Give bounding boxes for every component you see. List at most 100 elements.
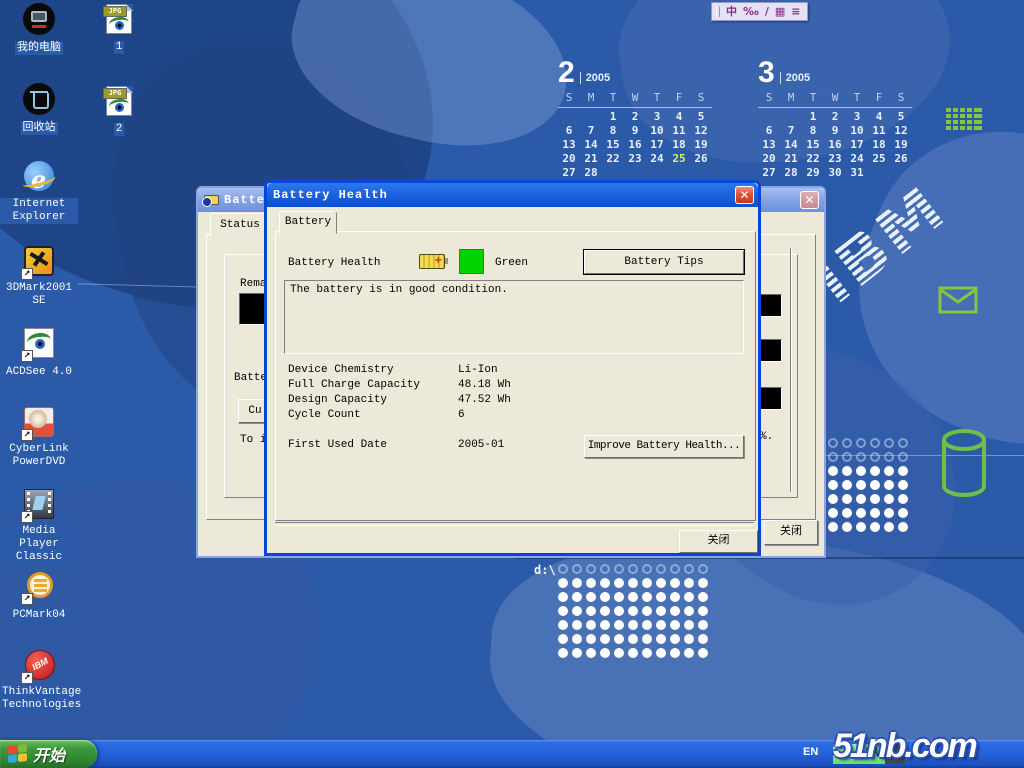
calendar-day: 13 (558, 138, 580, 152)
wallpaper-dot (856, 438, 866, 448)
wallpaper-dot (856, 480, 866, 490)
desktop-icon-thinkvantage[interactable]: IBM ↗ ThinkVantage Technologies (0, 649, 78, 712)
wallpaper-dot (558, 578, 568, 588)
wallpaper-dot (572, 592, 582, 602)
desktop-icon-powerdvd[interactable]: ↗ CyberLink PowerDVD (0, 406, 78, 469)
ime-mode-icon[interactable]: 中 (726, 4, 737, 19)
drag-handle-icon[interactable] (716, 6, 720, 17)
wallpaper-dot (670, 620, 680, 630)
wallpaper-dot (600, 620, 610, 630)
language-indicator[interactable]: EN (803, 746, 818, 758)
tab-status[interactable]: Status (210, 213, 270, 237)
wallpaper-dot (656, 606, 666, 616)
calendar-day: 21 (580, 152, 602, 166)
improve-battery-health-button[interactable]: Improve Battery Health... (584, 435, 744, 458)
calendar-day: 27 (758, 166, 780, 180)
wallpaper-dot (586, 578, 596, 588)
calendar-weekday: M (780, 91, 802, 105)
calendar-weekday: S (558, 91, 580, 105)
desktop-icon-internet-explorer[interactable]: e Internet Explorer (0, 161, 78, 224)
ime-language-bar[interactable]: 中 ‰ / ▦ ≡ (711, 2, 808, 21)
calendar-day: 27 (558, 166, 580, 180)
calendar-day: 2 (824, 110, 846, 124)
calendar-weekday: T (602, 91, 624, 105)
ime-fullwidth-icon[interactable]: ‰ (743, 4, 759, 19)
wallpaper-dot (628, 648, 638, 658)
close-button[interactable]: 关闭 (679, 530, 758, 553)
wallpaper-dot (670, 648, 680, 658)
wallpaper-dot (828, 466, 838, 476)
desktop-icon-3dmark2001[interactable]: ↗ 3DMark2001 SE (0, 245, 78, 308)
start-button[interactable]: 开始 (0, 740, 97, 768)
desktop-icon-media-player-classic[interactable]: ↗ Media Player Classic (0, 488, 78, 564)
wallpaper-dot (842, 480, 852, 490)
battery-tab-panel (275, 231, 756, 521)
my-computer-icon (22, 3, 56, 37)
ime-punctuation-icon[interactable]: / (765, 4, 769, 19)
icon-label: 3DMark2001 SE (0, 282, 78, 308)
3dmark-icon: ↗ (22, 245, 56, 279)
desktop-icon-recycle-bin[interactable]: 回收站 (0, 83, 78, 135)
desktop-icon-jpg-2[interactable]: JPG 2 (80, 84, 158, 136)
desktop-icon-acdsee[interactable]: ↗ ACDSee 4.0 (0, 327, 78, 379)
wallpaper-dot (898, 522, 908, 532)
calendar-day: 16 (624, 138, 646, 152)
battery-health-titlebar[interactable]: Battery Health (267, 183, 758, 207)
wallpaper-dot (898, 452, 908, 462)
field-label: Cycle Count (288, 409, 361, 421)
calendar-day: 17 (646, 138, 668, 152)
calendar-day: 11 (868, 124, 890, 138)
wallpaper-dot (628, 592, 638, 602)
calendar-day: 30 (824, 166, 846, 180)
calendar-days: 1234567891011121314151617181920212223242… (558, 110, 712, 180)
wallpaper-dot (898, 438, 908, 448)
battery-tips-button[interactable]: Battery Tips (584, 250, 744, 274)
wallpaper-dot (600, 648, 610, 658)
shortcut-arrow-icon: ↗ (21, 511, 33, 523)
wallpaper-dot (642, 592, 652, 602)
calendar-month: 2 (558, 60, 575, 86)
desktop-icon-my-computer[interactable]: 我的电脑 (0, 3, 78, 55)
wallpaper-dot (884, 480, 894, 490)
desktop-icon-pcmark04[interactable]: ↗ PCMark04 (0, 570, 78, 622)
wallpaper-dot (572, 620, 582, 630)
calendar-day: 18 (668, 138, 690, 152)
calendar-weekday: S (890, 91, 912, 105)
wallpaper-dot (572, 648, 582, 658)
wallpaper-dot (614, 648, 624, 658)
calendar-weekday: W (824, 91, 846, 105)
close-button[interactable]: 关闭 (764, 520, 818, 545)
calendar-weekday: S (690, 91, 712, 105)
health-status: Green (495, 257, 528, 269)
wallpaper-dot (870, 480, 880, 490)
calendar-day: 9 (824, 124, 846, 138)
calendar-day: 8 (602, 124, 624, 138)
calendar-day: 14 (580, 138, 602, 152)
wallpaper-dot (628, 578, 638, 588)
calendar-day: 19 (890, 138, 912, 152)
wallpaper-dot (614, 592, 624, 602)
watermark: 51nb.com (833, 727, 976, 766)
wallpaper-dot (614, 634, 624, 644)
calendar-day: 24 (646, 152, 668, 166)
close-icon[interactable]: ✕ (800, 191, 819, 209)
ime-softkeyboard-icon[interactable]: ▦ (775, 4, 785, 19)
wallpaper-dot (684, 620, 694, 630)
close-icon[interactable]: ✕ (735, 186, 754, 204)
desktop-icon-jpg-1[interactable]: JPG 1 (80, 2, 158, 54)
ime-menu-icon[interactable]: ≡ (791, 4, 800, 19)
tab-battery[interactable]: Battery (279, 211, 337, 234)
wallpaper-dot (670, 606, 680, 616)
wallpaper-dot (572, 564, 582, 574)
wallpaper-dot (884, 466, 894, 476)
calendar-day: 23 (624, 152, 646, 166)
wallpaper-dot (684, 648, 694, 658)
window-title: Batte (224, 193, 265, 207)
calendar-day: 26 (690, 152, 712, 166)
wallpaper-dot (684, 578, 694, 588)
first-used-value: 2005-01 (458, 439, 504, 451)
wallpaper-dot (572, 578, 582, 588)
wallpaper-dot (828, 452, 838, 462)
wallpaper-dot (856, 452, 866, 462)
calendar-day: 25 (668, 152, 690, 166)
